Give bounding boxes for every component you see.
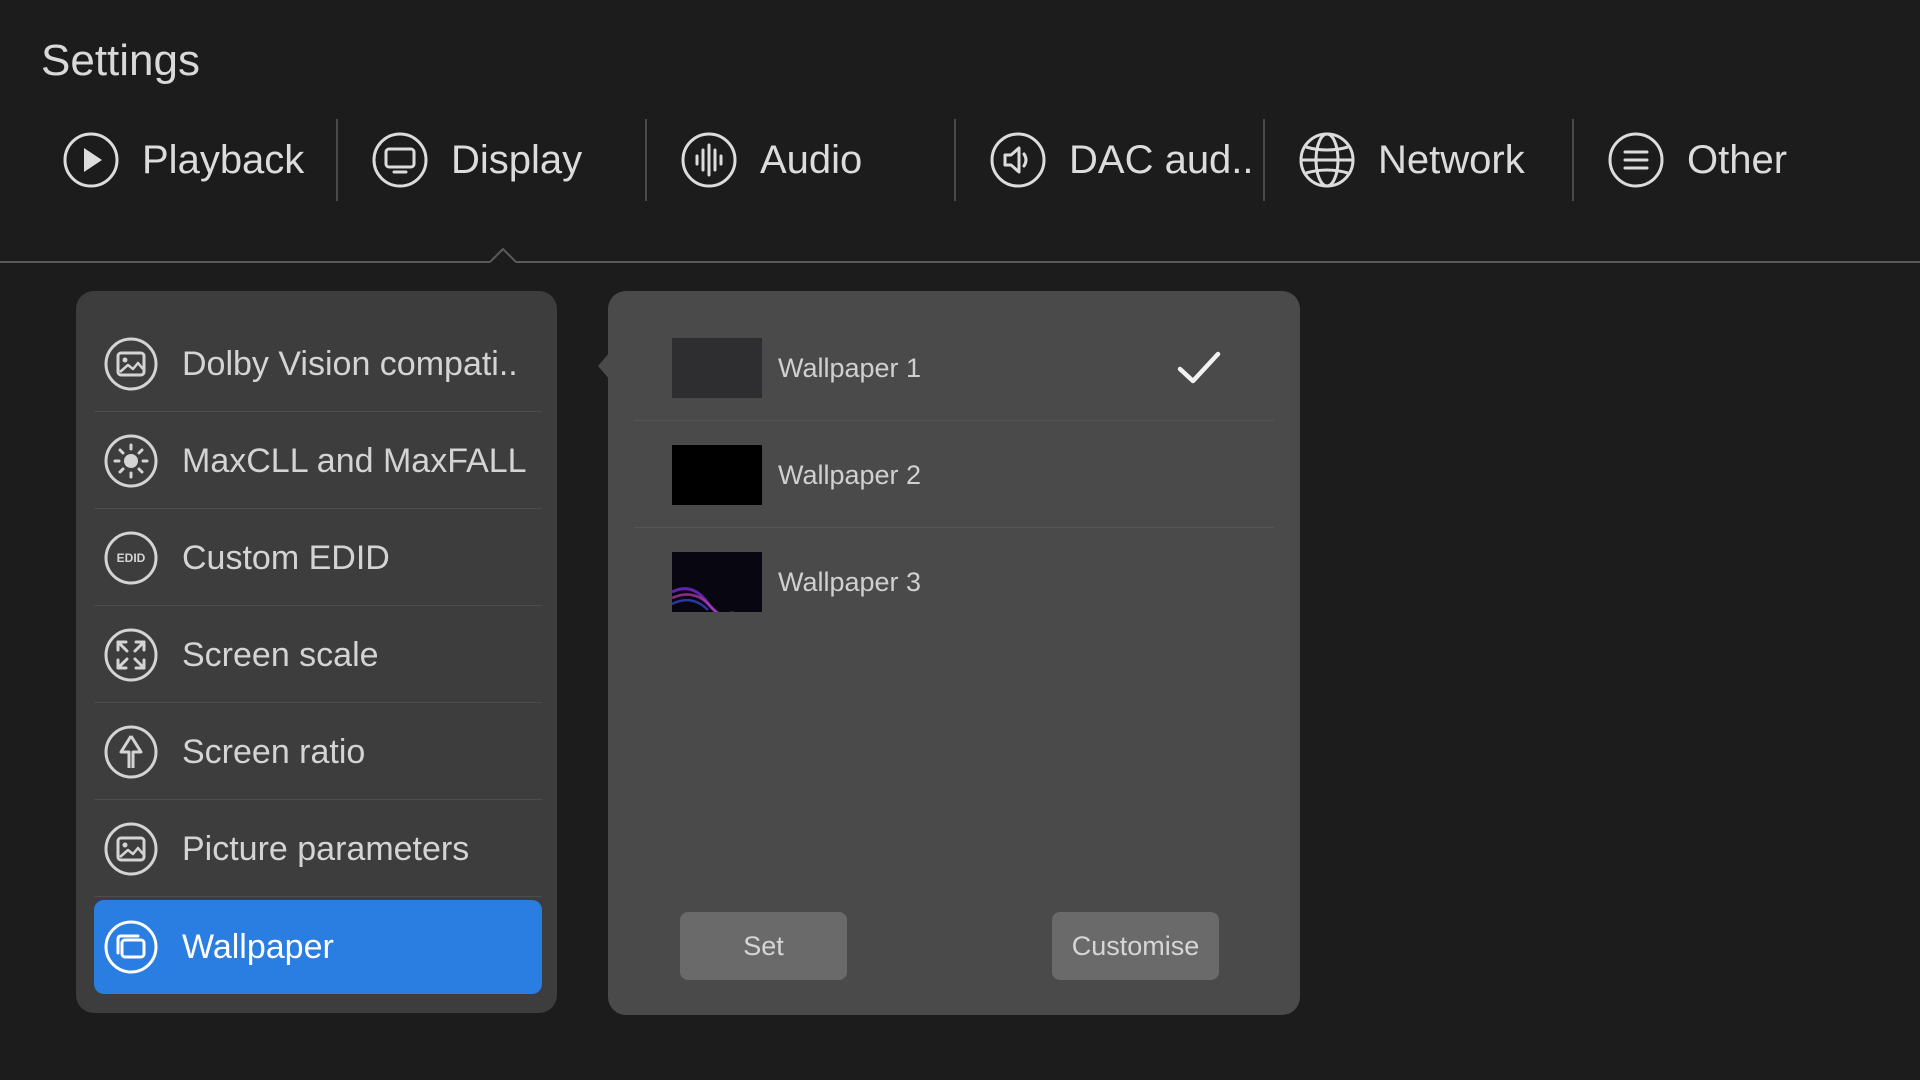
globe-icon [1298, 131, 1356, 189]
menu-item-wallpaper[interactable]: Wallpaper [94, 900, 542, 994]
wallpaper-option-1[interactable]: Wallpaper 1 [634, 315, 1274, 421]
menu-item-dolby-vision[interactable]: Dolby Vision compati.. [94, 316, 542, 412]
menu-item-label: Screen scale [182, 635, 379, 674]
picture-icon [104, 822, 158, 876]
menu-item-label: Picture parameters [182, 829, 470, 868]
menu-separator [94, 508, 542, 509]
tab-dac-audio[interactable]: DAC aud.. [927, 113, 1254, 207]
menu-separator [94, 896, 542, 897]
tab-label: Display [451, 137, 583, 182]
menu-separator [94, 702, 542, 703]
menu-item-label: Wallpaper [182, 927, 334, 966]
menu-item-screen-scale[interactable]: Screen scale [94, 607, 542, 703]
wallpaper-label: Wallpaper 1 [778, 352, 922, 383]
tab-label: Other [1687, 137, 1788, 182]
tab-label: Audio [760, 137, 863, 182]
menu-item-custom-edid[interactable]: EDID Custom EDID [94, 510, 542, 606]
tab-display[interactable]: Display [309, 113, 618, 207]
tab-audio[interactable]: Audio [618, 113, 927, 207]
menu-item-maxcll-maxfall[interactable]: MaxCLL and MaxFALL [94, 413, 542, 509]
tab-bar: Playback Display Audio DAC aud.. Network… [0, 113, 1920, 207]
wallpaper-thumbnail [672, 552, 762, 612]
play-icon [62, 131, 120, 189]
customise-button[interactable]: Customise [1052, 912, 1219, 980]
menu-lines-icon [1607, 131, 1665, 189]
wallpaper-option-2[interactable]: Wallpaper 2 [634, 422, 1274, 528]
wallpaper-label: Wallpaper 3 [778, 566, 922, 597]
menu-item-label: Dolby Vision compati.. [182, 344, 518, 383]
tab-playback[interactable]: Playback [0, 113, 309, 207]
wallpaper-label: Wallpaper 2 [778, 459, 922, 490]
edid-icon: EDID [104, 531, 158, 585]
picture-icon [104, 337, 158, 391]
tab-label: Network [1378, 137, 1525, 182]
menu-item-label: Custom EDID [182, 538, 390, 577]
tab-other[interactable]: Other [1545, 113, 1854, 207]
ratio-icon [104, 725, 158, 779]
active-tab-caret [490, 247, 516, 263]
wallpaper-icon [104, 920, 158, 974]
tab-label: DAC aud.. [1069, 137, 1254, 182]
wallpaper-wave-image [672, 552, 762, 612]
wallpaper-separator [634, 527, 1274, 528]
wallpaper-thumbnail [672, 338, 762, 398]
speaker-icon [989, 131, 1047, 189]
wallpaper-option-3[interactable]: Wallpaper 3 [634, 529, 1274, 635]
menu-item-label: Screen ratio [182, 732, 366, 771]
wallpaper-panel: Wallpaper 1 Wallpaper 2 Wallpaper 3 [608, 291, 1300, 1015]
tab-network[interactable]: Network [1236, 113, 1545, 207]
menu-separator [94, 799, 542, 800]
menu-item-picture-parameters[interactable]: Picture parameters [94, 801, 542, 897]
check-icon [1177, 351, 1221, 384]
monitor-icon [371, 131, 429, 189]
edid-icon-text: EDID [117, 551, 146, 565]
brightness-icon [104, 434, 158, 488]
display-menu-panel: Dolby Vision compati.. MaxCLL and MaxFAL… [76, 291, 557, 1013]
menu-separator [94, 411, 542, 412]
menu-separator [94, 605, 542, 606]
set-button[interactable]: Set [680, 912, 847, 980]
tab-label: Playback [142, 137, 305, 182]
menu-item-screen-ratio[interactable]: Screen ratio [94, 704, 542, 800]
menu-item-label: MaxCLL and MaxFALL [182, 441, 527, 480]
audio-wave-icon [680, 131, 738, 189]
page-title: Settings [41, 36, 200, 85]
wallpaper-separator [634, 420, 1274, 421]
tab-underline [0, 261, 1920, 263]
wallpaper-thumbnail [672, 445, 762, 505]
expand-icon [104, 628, 158, 682]
